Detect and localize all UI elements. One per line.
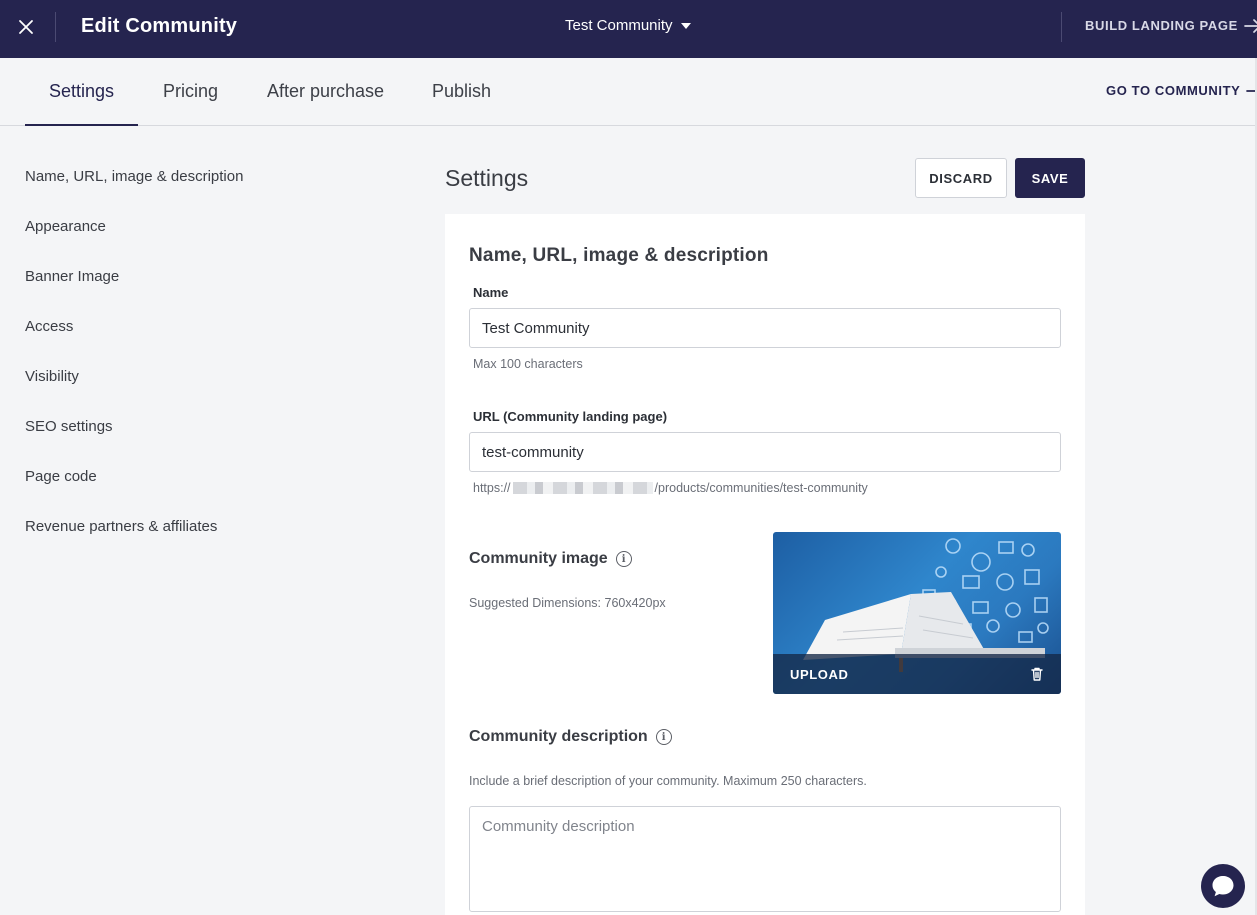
community-description-heading: Community description i [469,728,672,746]
sidebar-item-appearance[interactable]: Appearance [25,218,243,268]
sidebar-item-page-code[interactable]: Page code [25,468,243,518]
sidebar-item-seo-settings[interactable]: SEO settings [25,418,243,468]
page-title: Settings [445,165,529,191]
name-hint: Max 100 characters [473,357,583,371]
trash-icon[interactable] [1029,666,1045,682]
description-textarea[interactable] [469,806,1061,912]
url-suffix: /products/communities/test-community [654,481,868,495]
header-divider [1061,12,1062,42]
page-header-title: Edit Community [81,15,238,37]
chat-icon [1212,876,1234,897]
community-image-label: Community image [469,550,608,567]
caret-down-icon [680,22,691,29]
tab-after-purchase[interactable]: After purchase [267,58,384,125]
build-landing-page-label: BUILD LANDING PAGE [1085,18,1238,33]
arrow-right-icon [1243,18,1257,33]
url-preview: https:// /products/communities/test-comm… [473,481,868,495]
settings-sidebar: Name, URL, image & description Appearanc… [25,168,243,568]
top-bar: Edit Community Test Community BUILD LAND… [0,0,1257,58]
chat-button[interactable] [1201,864,1245,908]
image-hint: Suggested Dimensions: 760x420px [469,596,666,610]
url-prefix: https:// [473,481,511,495]
community-image: UPLOAD [773,532,1061,694]
sidebar-item-access[interactable]: Access [25,318,243,368]
save-button[interactable]: SAVE [1015,158,1085,198]
close-icon[interactable] [14,15,38,39]
name-input[interactable] [469,308,1061,348]
go-to-community-link[interactable]: GO TO COMMUNITY [1106,83,1257,98]
header-divider [55,12,56,42]
build-landing-page-button[interactable]: BUILD LANDING PAGE [1085,18,1257,33]
info-icon[interactable]: i [655,729,672,745]
discard-button[interactable]: DISCARD [915,158,1007,198]
community-switcher-label: Test Community [565,17,673,34]
section-title: Name, URL, image & description [469,245,769,266]
tab-settings[interactable]: Settings [24,58,139,126]
sidebar-item-name-url[interactable]: Name, URL, image & description [25,168,243,218]
community-switcher[interactable]: Test Community [565,17,691,34]
community-description-label: Community description [469,728,648,745]
sidebar-item-visibility[interactable]: Visibility [25,368,243,418]
url-label: URL (Community landing page) [473,409,668,424]
sidebar-item-banner-image[interactable]: Banner Image [25,268,243,318]
sidebar-item-revenue-partners[interactable]: Revenue partners & affiliates [25,518,243,568]
go-to-community-label: GO TO COMMUNITY [1106,83,1241,98]
tab-publish[interactable]: Publish [432,58,491,125]
tab-pricing[interactable]: Pricing [163,58,218,125]
settings-card: Name, URL, image & description Name Max … [445,214,1085,915]
community-image-heading: Community image i [469,550,632,568]
name-label: Name [473,285,509,300]
info-icon[interactable]: i [615,551,632,567]
upload-button[interactable]: UPLOAD [790,667,849,682]
redacted-domain [512,482,653,494]
url-input[interactable] [469,432,1061,472]
description-hint: Include a brief description of your comm… [469,774,867,788]
tab-bar: Settings Pricing After purchase Publish … [0,58,1257,126]
